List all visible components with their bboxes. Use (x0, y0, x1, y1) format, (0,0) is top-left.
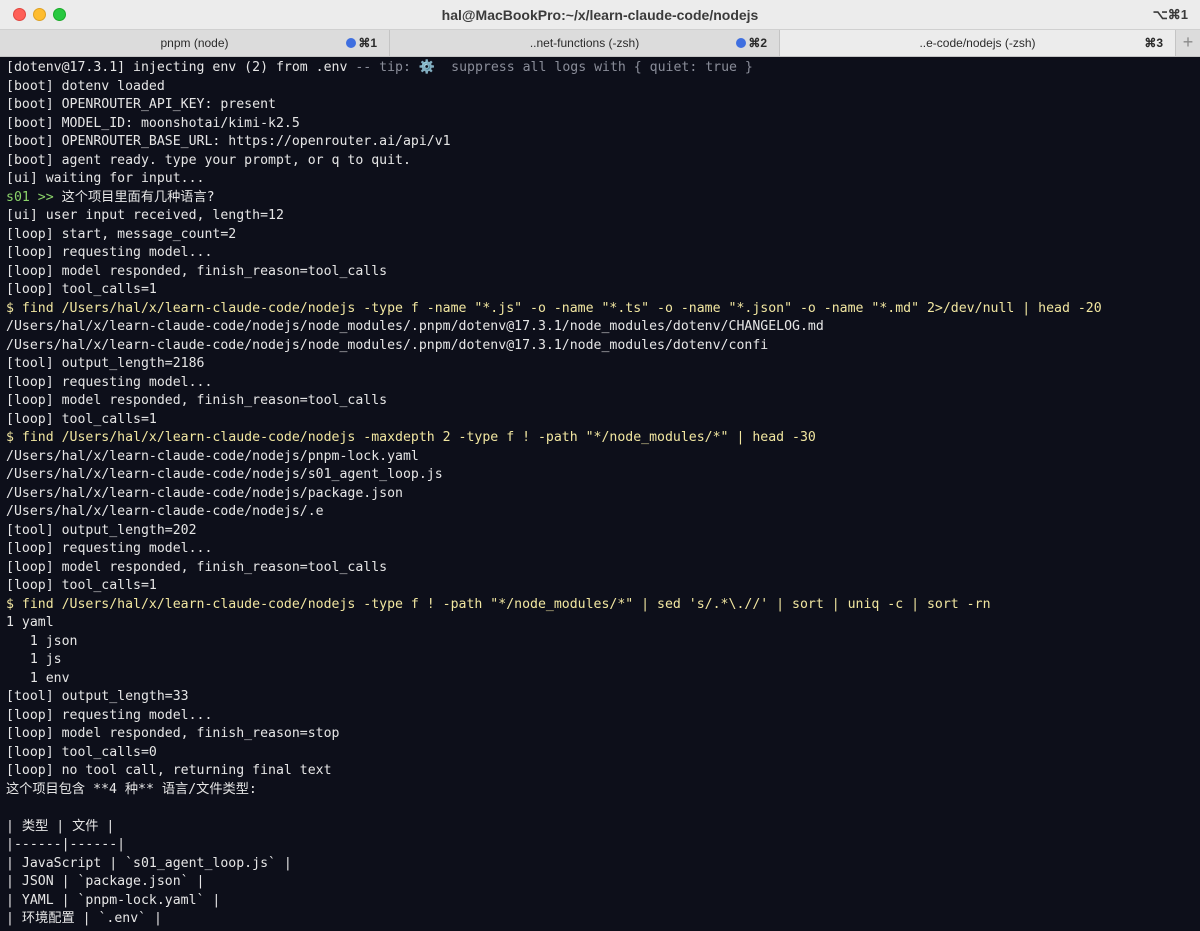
terminal-output[interactable]: [dotenv@17.3.1] injecting env (2) from .… (6, 59, 1194, 931)
activity-dot-icon (346, 38, 356, 48)
terminal-line: /Users/hal/x/learn-claude-code/nodejs/.e (6, 504, 324, 519)
terminal-line: 1 json (6, 633, 78, 649)
terminal-line: [loop] model responded, finish_reason=to… (6, 559, 388, 575)
terminal-line: [loop] model responded, finish_reason=to… (6, 393, 388, 408)
shell-command-line: $ find /Users/hal/x/learn-claude-code/no… (6, 596, 991, 612)
tab-net-functions[interactable]: ..net-functions (-zsh) ⌘2 (390, 30, 780, 56)
tab-shortcut: ⌘2 (748, 36, 767, 50)
tab-shortcut: ⌘3 (1144, 36, 1163, 50)
terminal-line: [ui] waiting for input... (6, 171, 205, 186)
terminal-line: | YAML | `pnpm-lock.yaml` | (6, 892, 221, 908)
terminal-line: | 类型 | 文件 | (6, 818, 115, 834)
terminal-lines-boot: [boot] dotenv loaded [boot] OPENROUTER_AP… (6, 78, 1194, 189)
dotenv-inject-text: [dotenv@17.3.1] injecting env (2) from .… (6, 60, 356, 75)
terminal-line: [loop] tool_calls=1 (6, 578, 157, 593)
terminal-line: [tool] output_length=2186 (6, 356, 205, 371)
terminal-line: [boot] OPENROUTER_BASE_URL: https://open… (6, 134, 451, 149)
terminal-line: [boot] MODEL_ID: moonshotai/kimi-k2.5 (6, 115, 300, 131)
terminal-line: [loop] requesting model... (6, 245, 213, 260)
tab-nodejs-active[interactable]: ..e-code/nodejs (-zsh) ⌘3 (780, 30, 1176, 56)
tab-shortcut: ⌘1 (358, 36, 377, 50)
terminal-line: [boot] dotenv loaded (6, 78, 165, 94)
terminal-line: [loop] tool_calls=0 (6, 744, 157, 760)
terminal-line: [loop] requesting model... (6, 541, 213, 556)
prompt-label: s01 >> (6, 189, 62, 205)
terminal-line: [loop] start, message_count=2 (6, 226, 237, 242)
dotenv-tip-text: -- tip: ⚙️ suppress all logs with { quie… (355, 60, 753, 75)
terminal-line: [loop] model responded, finish_reason=st… (6, 726, 340, 741)
terminal-line: [tool] output_length=33 (6, 689, 189, 704)
terminal-line: | 环境配置 | `.env` | (6, 911, 162, 926)
tab-label: pnpm (node) (160, 36, 229, 50)
terminal-line: /Users/hal/x/learn-claude-code/nodejs/pa… (6, 485, 403, 501)
terminal-prompt-line: s01 >> 这个项目里面有几种语言? (6, 189, 1194, 208)
tab-label: ..net-functions (-zsh) (529, 36, 640, 50)
terminal-line: [loop] requesting model... (6, 374, 213, 390)
terminal-line: [boot] OPENROUTER_API_KEY: present (6, 97, 276, 112)
terminal-line: /Users/hal/x/learn-claude-code/nodejs/pn… (6, 448, 419, 464)
activity-dot-icon (736, 38, 746, 48)
terminal-line: [loop] tool_calls=1 (6, 282, 157, 297)
shell-command-line: $ find /Users/hal/x/learn-claude-code/no… (6, 430, 816, 445)
terminal-line: 1 yaml (6, 615, 54, 630)
terminal-lines-loop: [ui] user input received, length=12 [loop… (6, 207, 1194, 929)
terminal-line: [loop] model responded, finish_reason=to… (6, 263, 388, 279)
tab-pnpm-node[interactable]: pnpm (node) ⌘1 (0, 30, 390, 56)
terminal-line: 1 js (6, 652, 62, 667)
terminal-line: | JSON | `package.json` | (6, 874, 205, 889)
window-title: hal@MacBookPro:~/x/learn-claude-code/nod… (441, 7, 759, 23)
terminal-line: [dotenv@17.3.1] injecting env (2) from .… (6, 59, 1194, 78)
terminal-line: 1 env (6, 670, 70, 686)
title-bar[interactable]: hal@MacBookPro:~/x/learn-claude-code/nod… (0, 0, 1200, 30)
window-shortcut: ⌥⌘1 (1152, 7, 1188, 22)
terminal-line: [loop] requesting model... (6, 707, 213, 723)
terminal-line: /Users/hal/x/learn-claude-code/nodejs/no… (6, 337, 769, 353)
tab-label: ..e-code/nodejs (-zsh) (919, 36, 1036, 50)
terminal-line: [loop] tool_calls=1 (6, 411, 157, 427)
terminal-line: [ui] user input received, length=12 (6, 208, 284, 223)
terminal-line: /Users/hal/x/learn-claude-code/nodejs/s0… (6, 467, 443, 482)
terminal-line: /Users/hal/x/learn-claude-code/nodejs/no… (6, 319, 824, 334)
terminal-line: [tool] output_length=202 (6, 522, 197, 538)
terminal-window: hal@MacBookPro:~/x/learn-claude-code/nod… (0, 0, 1200, 931)
tab-bar: pnpm (node) ⌘1 ..net-functions (-zsh) ⌘2… (0, 30, 1200, 57)
terminal-line: | JavaScript | `s01_agent_loop.js` | (6, 855, 292, 871)
new-tab-plus-icon[interactable]: + (1176, 30, 1200, 56)
user-input-text: 这个项目里面有几种语言? (61, 189, 215, 205)
terminal-line: 这个项目包含 **4 种** 语言/文件类型: (6, 781, 257, 797)
terminal-line: [boot] agent ready. type your prompt, or… (6, 152, 411, 168)
terminal-line: |------|------| (6, 837, 126, 852)
terminal-line: [loop] no tool call, returning final tex… (6, 763, 332, 778)
shell-command-line: $ find /Users/hal/x/learn-claude-code/no… (6, 300, 1102, 316)
